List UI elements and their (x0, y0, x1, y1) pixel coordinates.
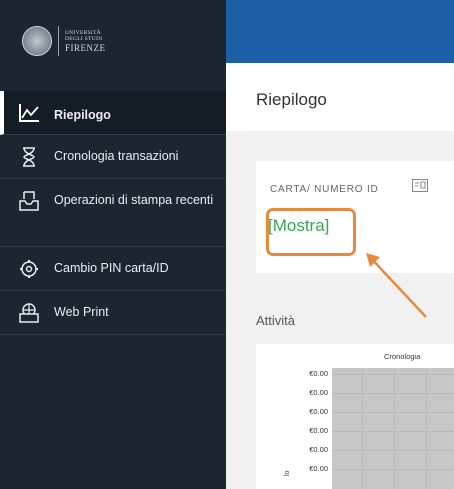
sidebar-item-label: Cronologia transazioni (54, 149, 179, 163)
sidebar: UNIVERSITÀ DEGLI STUDI FIRENZE Riepilogo… (0, 0, 226, 489)
page-header: Riepilogo (226, 63, 454, 131)
card-id-panel: CARTA/ NUMERO ID [Mostra] (256, 161, 454, 273)
gridline (394, 368, 395, 489)
gridline (332, 450, 454, 451)
y-tick-label: €0.00 (309, 445, 328, 454)
logo-line-2: DEGLI STUDI (65, 36, 103, 42)
printer-globe-icon (18, 303, 40, 323)
chart-title: Cronologia (384, 352, 421, 361)
activity-chart: Cronologia lo €0.00 €0.00 €0.00 €0.00 €0.00 €… (256, 344, 454, 489)
gear-icon (18, 259, 40, 279)
gridline (332, 469, 454, 470)
sidebar-item-label: Operazioni di stampa recenti (54, 193, 214, 207)
chart-plot-area (332, 368, 454, 489)
activity-section-title: Attività (256, 313, 296, 328)
gridline (332, 393, 454, 394)
gridline (426, 368, 427, 489)
y-axis-title: lo (284, 470, 291, 476)
gridline (332, 431, 454, 432)
logo-line-3: FIRENZE (65, 42, 106, 53)
sidebar-item-cronologia-transazioni[interactable]: Cronologia transazioni (0, 135, 226, 179)
show-card-id-link[interactable]: [Mostra] (268, 216, 329, 236)
sidebar-item-label: Riepilogo (54, 108, 111, 122)
y-tick-label: €0.00 (309, 464, 328, 473)
gridline (332, 374, 454, 375)
top-bar (226, 0, 454, 63)
y-tick-label: €0.00 (309, 369, 328, 378)
y-tick-label: €0.00 (309, 407, 328, 416)
sidebar-item-riepilogo[interactable]: Riepilogo (0, 91, 226, 135)
sidebar-item-label: Web Print (54, 305, 109, 319)
sidebar-item-operazioni-stampa[interactable]: Operazioni di stampa recenti (0, 179, 226, 247)
logo-text: UNIVERSITÀ DEGLI STUDI FIRENZE (65, 30, 106, 53)
line-chart-icon (18, 103, 40, 123)
hourglass-icon (18, 147, 40, 167)
sidebar-item-label: Cambio PIN carta/ID (54, 261, 169, 275)
page-title: Riepilogo (256, 90, 327, 109)
main-content: Riepilogo CARTA/ NUMERO ID [Mostra] Atti… (226, 63, 454, 489)
gridline (362, 368, 363, 489)
university-logo[interactable]: UNIVERSITÀ DEGLI STUDI FIRENZE (22, 26, 106, 56)
gridline (332, 412, 454, 413)
university-seal-icon (22, 26, 52, 56)
id-card-icon (412, 179, 428, 192)
sidebar-item-cambio-pin[interactable]: Cambio PIN carta/ID (0, 247, 226, 291)
y-tick-label: €0.00 (309, 426, 328, 435)
printer-tray-icon (18, 191, 40, 211)
sidebar-nav: Riepilogo Cronologia transazioni Operazi… (0, 91, 226, 335)
logo-divider (58, 26, 59, 56)
card-id-label: CARTA/ NUMERO ID (270, 184, 379, 195)
y-tick-label: €0.00 (309, 388, 328, 397)
sidebar-item-web-print[interactable]: Web Print (0, 291, 226, 335)
